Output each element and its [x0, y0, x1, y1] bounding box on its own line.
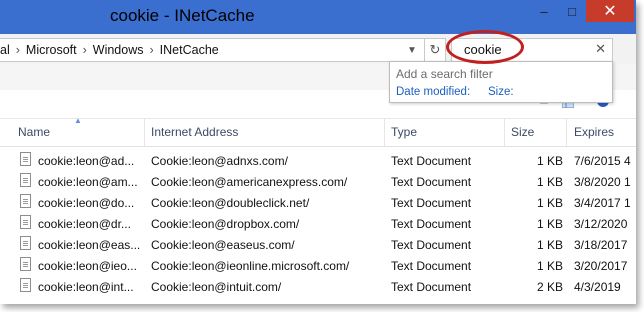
column-name[interactable]: Name: [18, 125, 50, 139]
column-type[interactable]: Type: [391, 125, 417, 139]
column-size[interactable]: Size: [511, 125, 534, 139]
internet-address: Cookie:leon@easeus.com/: [151, 238, 295, 252]
file-size: 1 KB: [537, 175, 563, 189]
file-name[interactable]: cookie:leon@am...: [38, 175, 142, 189]
file-name[interactable]: cookie:leon@do...: [38, 196, 142, 210]
column-expires[interactable]: Expires: [574, 125, 614, 139]
internet-address: Cookie:leon@dropbox.com/: [151, 217, 300, 231]
expires-date: 3/20/2017: [574, 259, 628, 273]
file-size: 2 KB: [537, 280, 563, 294]
file-name[interactable]: cookie:leon@int...: [38, 280, 142, 294]
file-type: Text Document: [391, 196, 472, 210]
column-divider[interactable]: [566, 118, 567, 146]
expires-date: 3/18/2017: [574, 238, 628, 252]
chevron-down-icon[interactable]: ▼: [402, 39, 422, 61]
refresh-icon[interactable]: ↻: [424, 38, 446, 62]
file-name[interactable]: cookie:leon@ieo...: [38, 259, 142, 273]
file-size: 1 KB: [537, 238, 563, 252]
date-modified-filter-link[interactable]: Date modified:: [396, 86, 470, 98]
minimize-button[interactable]: –: [530, 0, 558, 22]
expires-date: 3/4/2017 1: [574, 196, 631, 210]
title-bar[interactable]: cookie - INetCache – □ ✕: [0, 0, 636, 34]
breadcrumb-segment[interactable]: al: [0, 43, 10, 57]
expires-date: 7/6/2015 4: [574, 154, 631, 168]
file-type: Text Document: [391, 259, 472, 273]
file-type: Text Document: [391, 175, 472, 189]
text-document-icon: [20, 278, 31, 292]
table-row[interactable]: cookie:leon@do... Cookie:leon@doubleclic…: [0, 192, 636, 213]
text-document-icon: [20, 194, 31, 208]
expires-date: 3/8/2020 1: [574, 175, 631, 189]
expires-date: 4/3/2019: [574, 280, 621, 294]
breadcrumb-inetcache[interactable]: INetCache: [160, 43, 219, 57]
text-document-icon: [20, 257, 31, 271]
search-filter-popup: Add a search filter Date modified: Size:: [389, 61, 613, 103]
file-name[interactable]: cookie:leon@eas...: [38, 238, 142, 252]
table-row[interactable]: cookie:leon@ad... Cookie:leon@adnxs.com/…: [0, 150, 636, 171]
internet-address: Cookie:leon@intuit.com/: [151, 280, 282, 294]
text-document-icon: [20, 236, 31, 250]
column-divider[interactable]: [504, 118, 505, 146]
breadcrumb-windows[interactable]: Windows: [93, 43, 144, 57]
breadcrumb-separator-icon[interactable]: ›: [83, 43, 87, 57]
file-type: Text Document: [391, 280, 472, 294]
file-size: 1 KB: [537, 154, 563, 168]
breadcrumb-microsoft[interactable]: Microsoft: [26, 43, 77, 57]
table-row[interactable]: cookie:leon@eas... Cookie:leon@easeus.co…: [0, 234, 636, 255]
explorer-window: cookie - INetCache – □ ✕ al › Microsoft …: [0, 0, 636, 304]
file-list: cookie:leon@ad... Cookie:leon@adnxs.com/…: [0, 150, 636, 297]
column-divider[interactable]: [144, 118, 145, 146]
file-name[interactable]: cookie:leon@dr...: [38, 217, 142, 231]
clear-search-icon[interactable]: ✕: [595, 41, 606, 57]
address-bar[interactable]: al › Microsoft › Windows › INetCache ▼: [0, 38, 425, 62]
window-title: cookie - INetCache: [110, 6, 255, 25]
file-size: 1 KB: [537, 196, 563, 210]
internet-address: Cookie:leon@ieonline.microsoft.com/: [151, 259, 350, 273]
file-size: 1 KB: [537, 259, 563, 273]
table-row[interactable]: cookie:leon@am... Cookie:leon@americanex…: [0, 171, 636, 192]
table-row[interactable]: cookie:leon@ieo... Cookie:leon@ieonline.…: [0, 255, 636, 276]
file-type: Text Document: [391, 238, 472, 252]
close-button[interactable]: ✕: [586, 0, 634, 22]
file-type: Text Document: [391, 154, 472, 168]
file-type: Text Document: [391, 217, 472, 231]
file-name[interactable]: cookie:leon@ad...: [38, 154, 142, 168]
internet-address: Cookie:leon@adnxs.com/: [151, 154, 288, 168]
text-document-icon: [20, 152, 31, 166]
size-filter-link[interactable]: Size:: [488, 86, 514, 98]
table-row[interactable]: cookie:leon@int... Cookie:leon@intuit.co…: [0, 276, 636, 297]
breadcrumb-separator-icon[interactable]: ›: [16, 43, 20, 57]
file-size: 1 KB: [537, 217, 563, 231]
search-highlight-annotation: [446, 30, 524, 64]
breadcrumb-separator-icon[interactable]: ›: [150, 43, 154, 57]
expires-date: 3/12/2020: [574, 217, 628, 231]
table-row[interactable]: cookie:leon@dr... Cookie:leon@dropbox.co…: [0, 213, 636, 234]
internet-address: Cookie:leon@americanexpress.com/: [151, 175, 348, 189]
column-internet-address[interactable]: Internet Address: [151, 125, 238, 139]
column-divider[interactable]: [384, 118, 385, 146]
column-header: Name Internet Address Type Size Expires: [0, 118, 636, 147]
maximize-button[interactable]: □: [558, 0, 586, 22]
search-filter-heading: Add a search filter: [396, 67, 493, 81]
internet-address: Cookie:leon@doubleclick.net/: [151, 196, 310, 210]
text-document-icon: [20, 173, 31, 187]
text-document-icon: [20, 215, 31, 229]
